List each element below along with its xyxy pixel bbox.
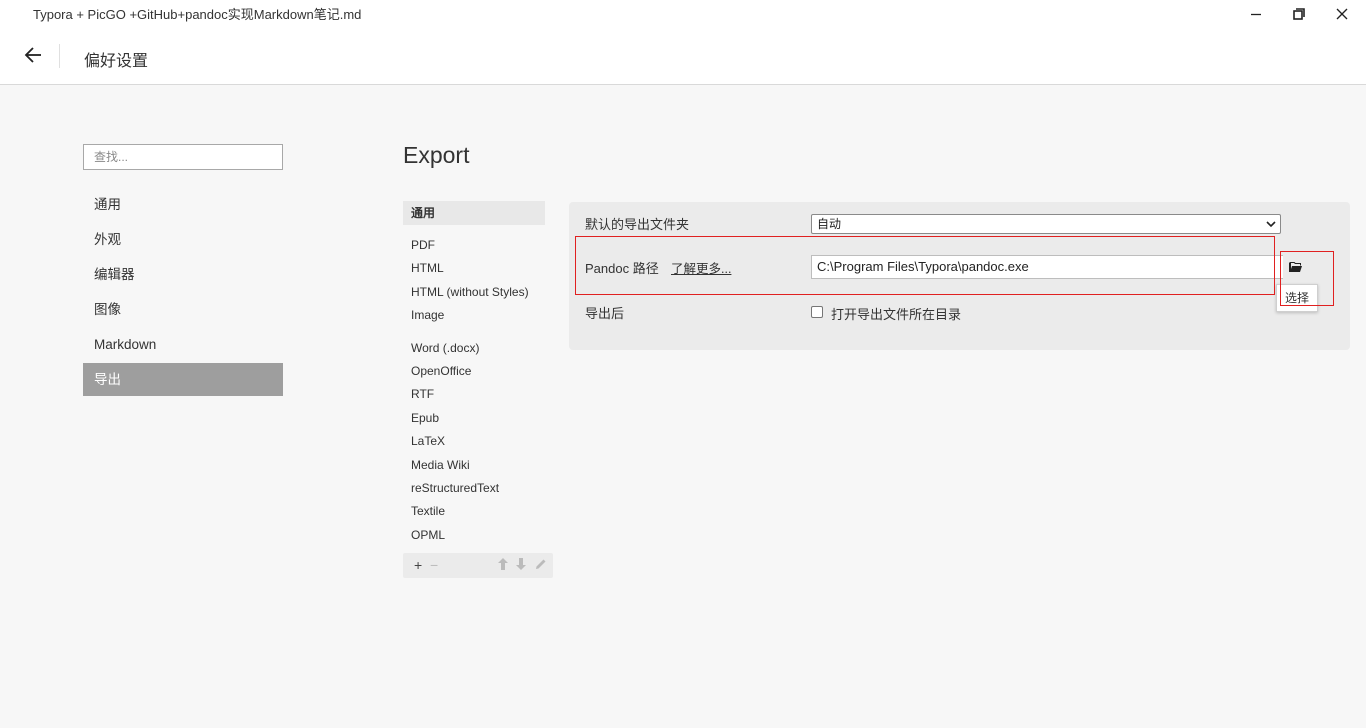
choose-tooltip: 选择: [1276, 284, 1318, 312]
format-item-latex[interactable]: LaTeX: [403, 430, 545, 453]
close-icon: [1336, 8, 1348, 20]
sidebar-item-general[interactable]: 通用: [83, 188, 283, 221]
open-folder-label[interactable]: 打开导出文件所在目录: [831, 304, 961, 323]
sidebar-item-markdown[interactable]: Markdown: [83, 328, 283, 361]
minimize-button[interactable]: [1241, 3, 1271, 25]
sidebar-item-appearance[interactable]: 外观: [83, 223, 283, 256]
title-bar: Typora + PicGO +GitHub+pandoc实现Markdown笔…: [0, 0, 1366, 85]
window-title: Typora + PicGO +GitHub+pandoc实现Markdown笔…: [33, 7, 362, 22]
format-item-rtf[interactable]: RTF: [403, 383, 545, 406]
format-item-image[interactable]: Image: [403, 304, 545, 327]
learn-more-link[interactable]: 了解更多...: [671, 258, 731, 277]
default-folder-select[interactable]: 自动: [811, 214, 1281, 234]
section-title: Export: [403, 142, 470, 168]
page-title: 偏好设置: [84, 53, 149, 70]
format-group-gap: [403, 328, 545, 337]
sidebar-item-export[interactable]: 导出: [83, 363, 283, 396]
minimize-icon: [1251, 13, 1261, 16]
arrow-up-icon: [498, 558, 508, 570]
choose-folder-button[interactable]: [1283, 255, 1308, 279]
header-divider: [59, 44, 60, 68]
search-input[interactable]: [83, 144, 283, 170]
sidebar-item-image[interactable]: 图像: [83, 293, 283, 326]
format-item-pdf[interactable]: PDF: [403, 234, 545, 257]
format-item-general[interactable]: 通用: [403, 201, 545, 225]
after-export-label: 导出后: [585, 306, 625, 321]
open-folder-checkbox[interactable]: [811, 306, 823, 318]
sidebar-item-editor[interactable]: 编辑器: [83, 258, 283, 291]
chevron-down-icon: [1266, 215, 1276, 240]
format-item-epub[interactable]: Epub: [403, 407, 545, 430]
format-toolbar: + −: [403, 553, 553, 578]
pencil-icon: [536, 559, 546, 569]
remove-format-button[interactable]: −: [430, 556, 438, 574]
edit-format-button[interactable]: [535, 557, 547, 575]
restore-button[interactable]: [1284, 3, 1314, 25]
sidebar-nav: 通用 外观 编辑器 图像 Markdown 导出: [83, 188, 283, 398]
format-item-opml[interactable]: OPML: [403, 524, 545, 547]
arrow-left-icon: [24, 47, 41, 63]
close-button[interactable]: [1327, 3, 1357, 25]
arrow-down-icon: [516, 558, 526, 570]
restore-icon: [1293, 8, 1305, 20]
pandoc-path-label: Pandoc 路径: [585, 261, 659, 276]
default-folder-label: 默认的导出文件夹: [585, 217, 690, 232]
default-folder-value: 自动: [817, 217, 842, 231]
move-down-button[interactable]: [516, 557, 526, 575]
move-up-button[interactable]: [498, 557, 508, 575]
format-item-textile[interactable]: Textile: [403, 500, 545, 523]
format-item-restructuredtext[interactable]: reStructuredText: [403, 477, 545, 500]
export-format-list: 通用 PDF HTML HTML (without Styles) Image …: [403, 201, 545, 547]
format-item-html[interactable]: HTML: [403, 257, 545, 280]
back-button[interactable]: [20, 42, 46, 68]
add-format-button[interactable]: +: [414, 556, 422, 574]
pandoc-path-input[interactable]: C:\Program Files\Typora\pandoc.exe: [811, 255, 1283, 279]
format-item-word[interactable]: Word (.docx): [403, 337, 545, 360]
format-item-mediawiki[interactable]: Media Wiki: [403, 454, 545, 477]
format-item-html-no-styles[interactable]: HTML (without Styles): [403, 281, 545, 304]
format-item-openoffice[interactable]: OpenOffice: [403, 360, 545, 383]
folder-icon: [1289, 262, 1302, 272]
